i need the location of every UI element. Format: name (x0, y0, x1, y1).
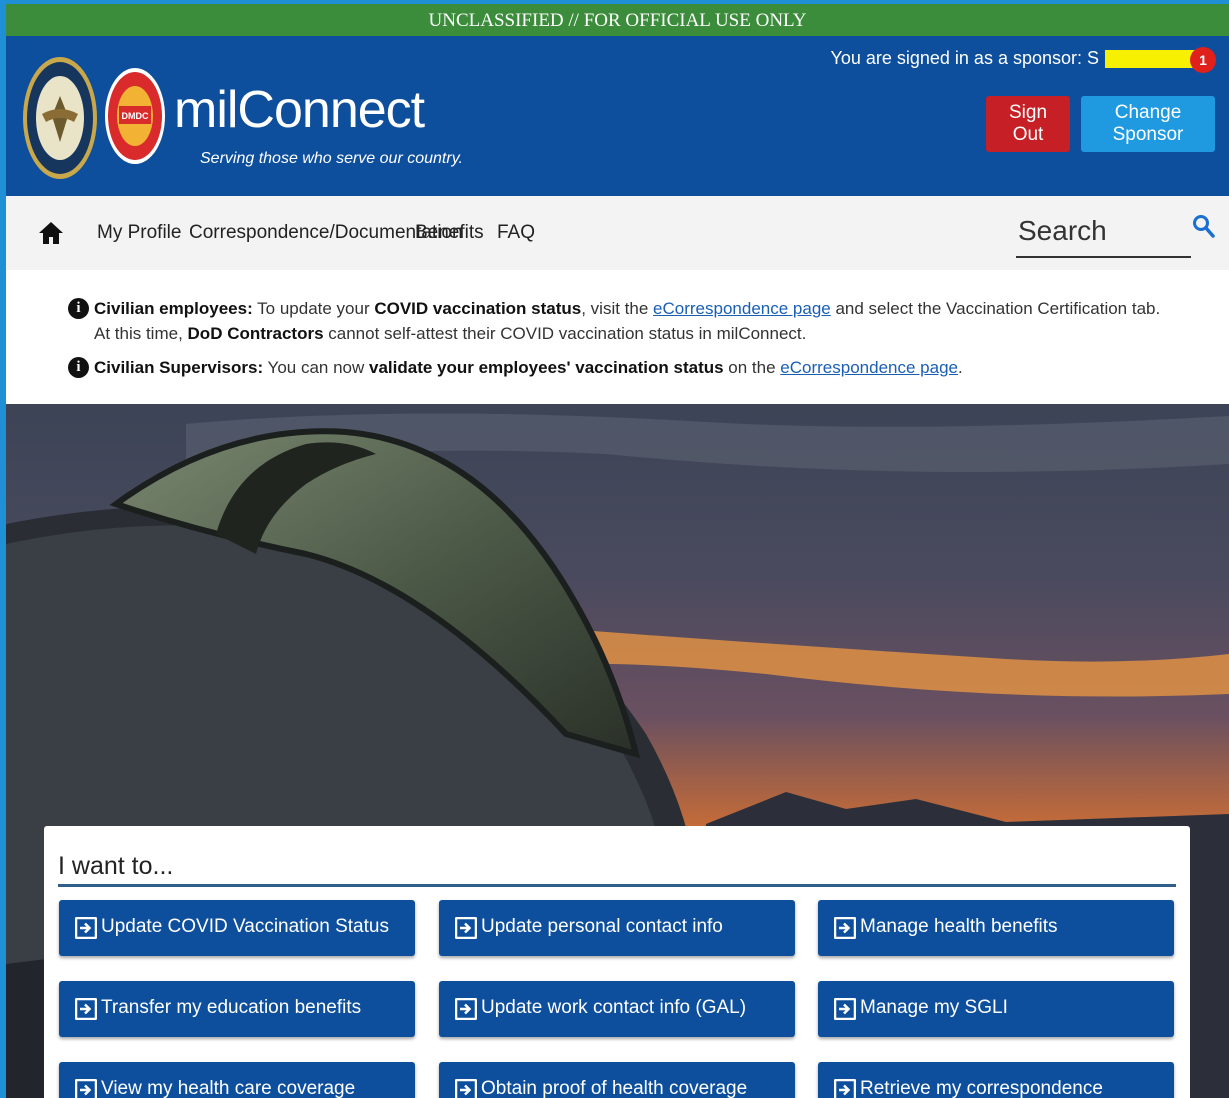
nav-faq[interactable]: FAQ (497, 222, 535, 244)
login-arrow-icon (75, 1079, 97, 1098)
sign-out-button[interactable]: Sign Out (986, 96, 1070, 152)
alert-bold-text: DoD Contractors (187, 324, 324, 343)
action-label: View my health care coverage (101, 1078, 356, 1098)
window-border-top (0, 0, 1229, 4)
search-icon[interactable] (1192, 214, 1216, 238)
action-label: Retrieve my correspondence (860, 1078, 1103, 1098)
dmdc-logo-icon: DMDC (105, 68, 165, 164)
alert-text-part: You can now (263, 358, 369, 377)
action-update-work-contact-info[interactable]: Update work contact info (GAL) (439, 981, 795, 1037)
alerts-section: i Civilian employees: To update your COV… (6, 270, 1229, 404)
signed-in-status: You are signed in as a sponsor: S (830, 48, 1201, 69)
search-box (1016, 208, 1191, 258)
signed-in-text: You are signed in as a sponsor: S (830, 48, 1099, 68)
alert-text-part: cannot self-attest their COVID vaccinati… (323, 324, 807, 343)
ecorrespondence-link[interactable]: eCorrespondence page (653, 299, 831, 318)
window-border-left (0, 0, 6, 1098)
alert-text: Civilian Supervisors: You can now valida… (94, 355, 1178, 380)
change-sponsor-button[interactable]: Change Sponsor (1081, 96, 1215, 152)
dod-seal-icon (23, 57, 97, 179)
action-view-health-care-coverage[interactable]: View my health care coverage (59, 1062, 415, 1098)
notification-badge[interactable]: 1 (1190, 47, 1216, 73)
info-icon: i (68, 298, 89, 319)
action-manage-health-benefits[interactable]: Manage health benefits (818, 900, 1174, 956)
ecorrespondence-link[interactable]: eCorrespondence page (780, 358, 958, 377)
alert-text-part: , visit the (581, 299, 654, 318)
action-transfer-education-benefits[interactable]: Transfer my education benefits (59, 981, 415, 1037)
alert-civilian-supervisors: i Civilian Supervisors: You can now vali… (68, 355, 1178, 380)
login-arrow-icon (455, 1079, 477, 1098)
main-nav: My Profile Correspondence/Documentation … (6, 196, 1229, 270)
login-arrow-icon (834, 917, 856, 939)
action-obtain-proof-of-health-coverage[interactable]: Obtain proof of health coverage (439, 1062, 795, 1098)
info-icon: i (68, 357, 89, 378)
site-header: DMDC milConnect Serving those who serve … (6, 36, 1229, 196)
action-label: Update personal contact info (481, 916, 723, 937)
redacted-name (1105, 49, 1201, 68)
action-label: Manage my SGLI (860, 997, 1008, 1018)
action-label: Update COVID Vaccination Status (101, 916, 389, 937)
alert-text-part: To update your (252, 299, 375, 318)
site-tagline: Serving those who serve our country. (200, 150, 463, 167)
action-update-covid-vaccination-status[interactable]: Update COVID Vaccination Status (59, 900, 415, 956)
action-label: Manage health benefits (860, 916, 1058, 937)
alert-civilian-employees: i Civilian employees: To update your COV… (68, 296, 1178, 346)
alert-bold-text: COVID vaccination status (374, 299, 582, 318)
search-input[interactable] (1016, 212, 1190, 250)
nav-my-profile[interactable]: My Profile (97, 222, 181, 244)
login-arrow-icon (834, 998, 856, 1020)
panel-title: I want to... (58, 852, 174, 880)
login-arrow-icon (75, 917, 97, 939)
page: UNCLASSIFIED // FOR OFFICIAL USE ONLY DM… (0, 0, 1229, 1098)
action-update-personal-contact-info[interactable]: Update personal contact info (439, 900, 795, 956)
i-want-to-panel: I want to... Update COVID Vaccination St… (44, 826, 1190, 1098)
classification-banner: UNCLASSIFIED // FOR OFFICIAL USE ONLY (6, 4, 1229, 36)
nav-benefits[interactable]: Benefits (415, 222, 484, 244)
panel-divider (58, 884, 1176, 887)
home-icon[interactable] (38, 220, 64, 246)
action-label: Transfer my education benefits (101, 997, 362, 1018)
alert-bold-label: Civilian employees: (94, 299, 253, 318)
alert-text: Civilian employees: To update your COVID… (94, 296, 1178, 346)
action-retrieve-correspondence[interactable]: Retrieve my correspondence (818, 1062, 1174, 1098)
login-arrow-icon (75, 998, 97, 1020)
action-manage-sgli[interactable]: Manage my SGLI (818, 981, 1174, 1037)
alert-text-part: on the (723, 358, 781, 377)
alert-text-part: . (957, 358, 963, 377)
site-logo-text[interactable]: milConnect (174, 80, 425, 140)
alert-bold-text: validate your employees' vaccination sta… (369, 358, 724, 377)
login-arrow-icon (455, 917, 477, 939)
login-arrow-icon (455, 998, 477, 1020)
alert-bold-label: Civilian Supervisors: (94, 358, 264, 377)
svg-text:DMDC: DMDC (122, 111, 149, 121)
action-label: Obtain proof of health coverage (481, 1078, 748, 1098)
action-label: Update work contact info (GAL) (481, 997, 747, 1018)
login-arrow-icon (834, 1079, 856, 1098)
